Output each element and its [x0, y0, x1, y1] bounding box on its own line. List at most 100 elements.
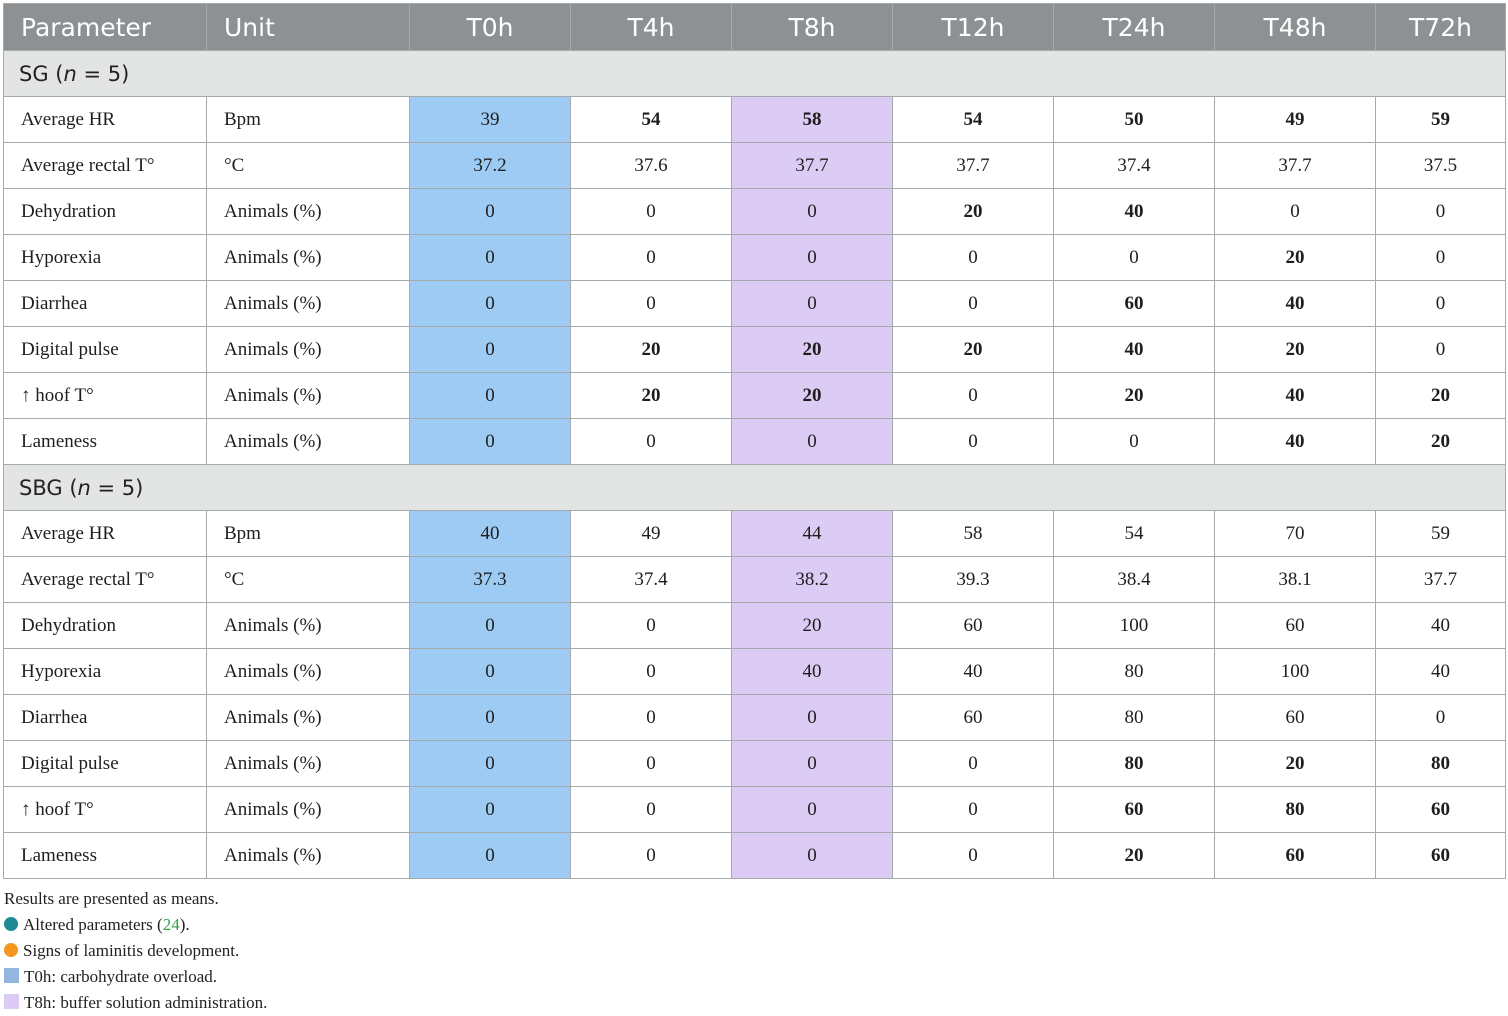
parameter-cell: Lameness — [3, 418, 207, 465]
value-cell: 0 — [570, 280, 732, 327]
value-cell: 44 — [731, 510, 893, 557]
value-cell: 0 — [1214, 188, 1376, 235]
table-footnotes: Results are presented as means. Altered … — [4, 886, 267, 1016]
note-means: Results are presented as means. — [4, 886, 267, 912]
header-parameter: Parameter — [3, 3, 207, 51]
group-label-prefix: SBG ( — [19, 475, 78, 500]
parameter-cell: ↑ hoof T° — [3, 786, 207, 833]
parameter-cell: Dehydration — [3, 188, 207, 235]
value-cell: 40 — [731, 648, 893, 695]
orange-dot-icon — [4, 943, 18, 957]
value-cell: 0 — [731, 694, 893, 741]
value-cell: 20 — [1375, 372, 1506, 419]
table-row: Diarrhea Animals (%) 0 0 0 0 60 40 0 — [3, 280, 1506, 327]
unit-cell: Bpm — [206, 510, 410, 557]
value-cell: 60 — [1375, 832, 1506, 879]
table-row: Digital pulse Animals (%) 0 0 0 0 80 20 80 — [3, 740, 1506, 787]
value-cell: 0 — [1375, 234, 1506, 281]
parameter-cell: Average HR — [3, 510, 207, 557]
value-cell: 40 — [1214, 280, 1376, 327]
value-cell: 20 — [892, 326, 1054, 373]
value-cell: 38.2 — [731, 556, 893, 603]
value-cell: 80 — [1375, 740, 1506, 787]
value-cell: 100 — [1053, 602, 1215, 649]
unit-cell: °C — [206, 556, 410, 603]
value-cell: 0 — [1375, 280, 1506, 327]
value-cell: 37.7 — [892, 142, 1054, 189]
table-row: ↑ hoof T° Animals (%) 0 0 0 0 60 80 60 — [3, 786, 1506, 833]
table-row: Dehydration Animals (%) 0 0 0 20 40 0 0 — [3, 188, 1506, 235]
purple-square-icon — [4, 994, 19, 1009]
value-cell: 60 — [1053, 280, 1215, 327]
unit-cell: Animals (%) — [206, 418, 410, 465]
value-cell: 60 — [1214, 602, 1376, 649]
value-cell: 54 — [570, 96, 732, 143]
value-cell: 0 — [409, 326, 571, 373]
value-cell: 80 — [1053, 648, 1215, 695]
value-cell: 0 — [1375, 694, 1506, 741]
group-row: SG (n = 5) — [3, 50, 1506, 97]
value-cell: 0 — [409, 694, 571, 741]
parameter-cell: Lameness — [3, 832, 207, 879]
table-row: Dehydration Animals (%) 0 0 20 60 100 60 40 — [3, 602, 1506, 649]
group-label-n: n — [63, 61, 77, 86]
parameter-cell: Hyporexia — [3, 648, 207, 695]
parameter-cell: Average rectal T° — [3, 556, 207, 603]
value-cell: 0 — [892, 786, 1054, 833]
reference-link[interactable]: 24 — [163, 915, 180, 934]
value-cell: 0 — [1375, 326, 1506, 373]
unit-cell: Animals (%) — [206, 832, 410, 879]
value-cell: 20 — [731, 326, 893, 373]
table-row: Average rectal T° °C 37.2 37.6 37.7 37.7 37.4 3… — [3, 142, 1506, 189]
unit-cell: Animals (%) — [206, 602, 410, 649]
header-t8h: T8h — [731, 3, 893, 51]
parameter-cell: Average HR — [3, 96, 207, 143]
header-t12h: T12h — [892, 3, 1054, 51]
value-cell: 60 — [1214, 694, 1376, 741]
header-unit: Unit — [206, 3, 410, 51]
value-cell: 40 — [1375, 648, 1506, 695]
value-cell: 0 — [409, 832, 571, 879]
table-row: Hyporexia Animals (%) 0 0 40 40 80 100 40 — [3, 648, 1506, 695]
value-cell: 0 — [570, 786, 732, 833]
value-cell: 0 — [409, 740, 571, 787]
value-cell: 0 — [409, 418, 571, 465]
value-cell: 0 — [1053, 234, 1215, 281]
value-cell: 37.7 — [1214, 142, 1376, 189]
parameter-cell: Diarrhea — [3, 280, 207, 327]
value-cell: 80 — [1053, 694, 1215, 741]
value-cell: 60 — [1053, 786, 1215, 833]
value-cell: 49 — [570, 510, 732, 557]
value-cell: 0 — [892, 418, 1054, 465]
value-cell: 0 — [570, 602, 732, 649]
group-label-n: n — [77, 475, 91, 500]
value-cell: 20 — [570, 372, 732, 419]
unit-cell: Bpm — [206, 96, 410, 143]
value-cell: 59 — [1375, 510, 1506, 557]
table-row: ↑ hoof T° Animals (%) 0 20 20 0 20 40 20 — [3, 372, 1506, 419]
value-cell: 0 — [409, 372, 571, 419]
value-cell: 80 — [1053, 740, 1215, 787]
value-cell: 0 — [570, 694, 732, 741]
unit-cell: Animals (%) — [206, 372, 410, 419]
header-t72h: T72h — [1375, 3, 1506, 51]
unit-cell: Animals (%) — [206, 234, 410, 281]
value-cell: 40 — [892, 648, 1054, 695]
value-cell: 20 — [731, 372, 893, 419]
parameter-cell: Digital pulse — [3, 326, 207, 373]
value-cell: 54 — [892, 96, 1054, 143]
value-cell: 70 — [1214, 510, 1376, 557]
value-cell: 40 — [1214, 372, 1376, 419]
value-cell: 0 — [731, 786, 893, 833]
value-cell: 20 — [1053, 372, 1215, 419]
unit-cell: °C — [206, 142, 410, 189]
note-laminitis: Signs of laminitis development. — [4, 938, 267, 964]
value-cell: 0 — [409, 188, 571, 235]
parameter-cell: Dehydration — [3, 602, 207, 649]
table-row: Average rectal T° °C 37.3 37.4 38.2 39.3 38.4 3… — [3, 556, 1506, 603]
header-t0h: T0h — [409, 3, 571, 51]
parameter-cell: Average rectal T° — [3, 142, 207, 189]
table-row: Lameness Animals (%) 0 0 0 0 20 60 60 — [3, 832, 1506, 879]
value-cell: 58 — [892, 510, 1054, 557]
value-cell: 0 — [570, 418, 732, 465]
